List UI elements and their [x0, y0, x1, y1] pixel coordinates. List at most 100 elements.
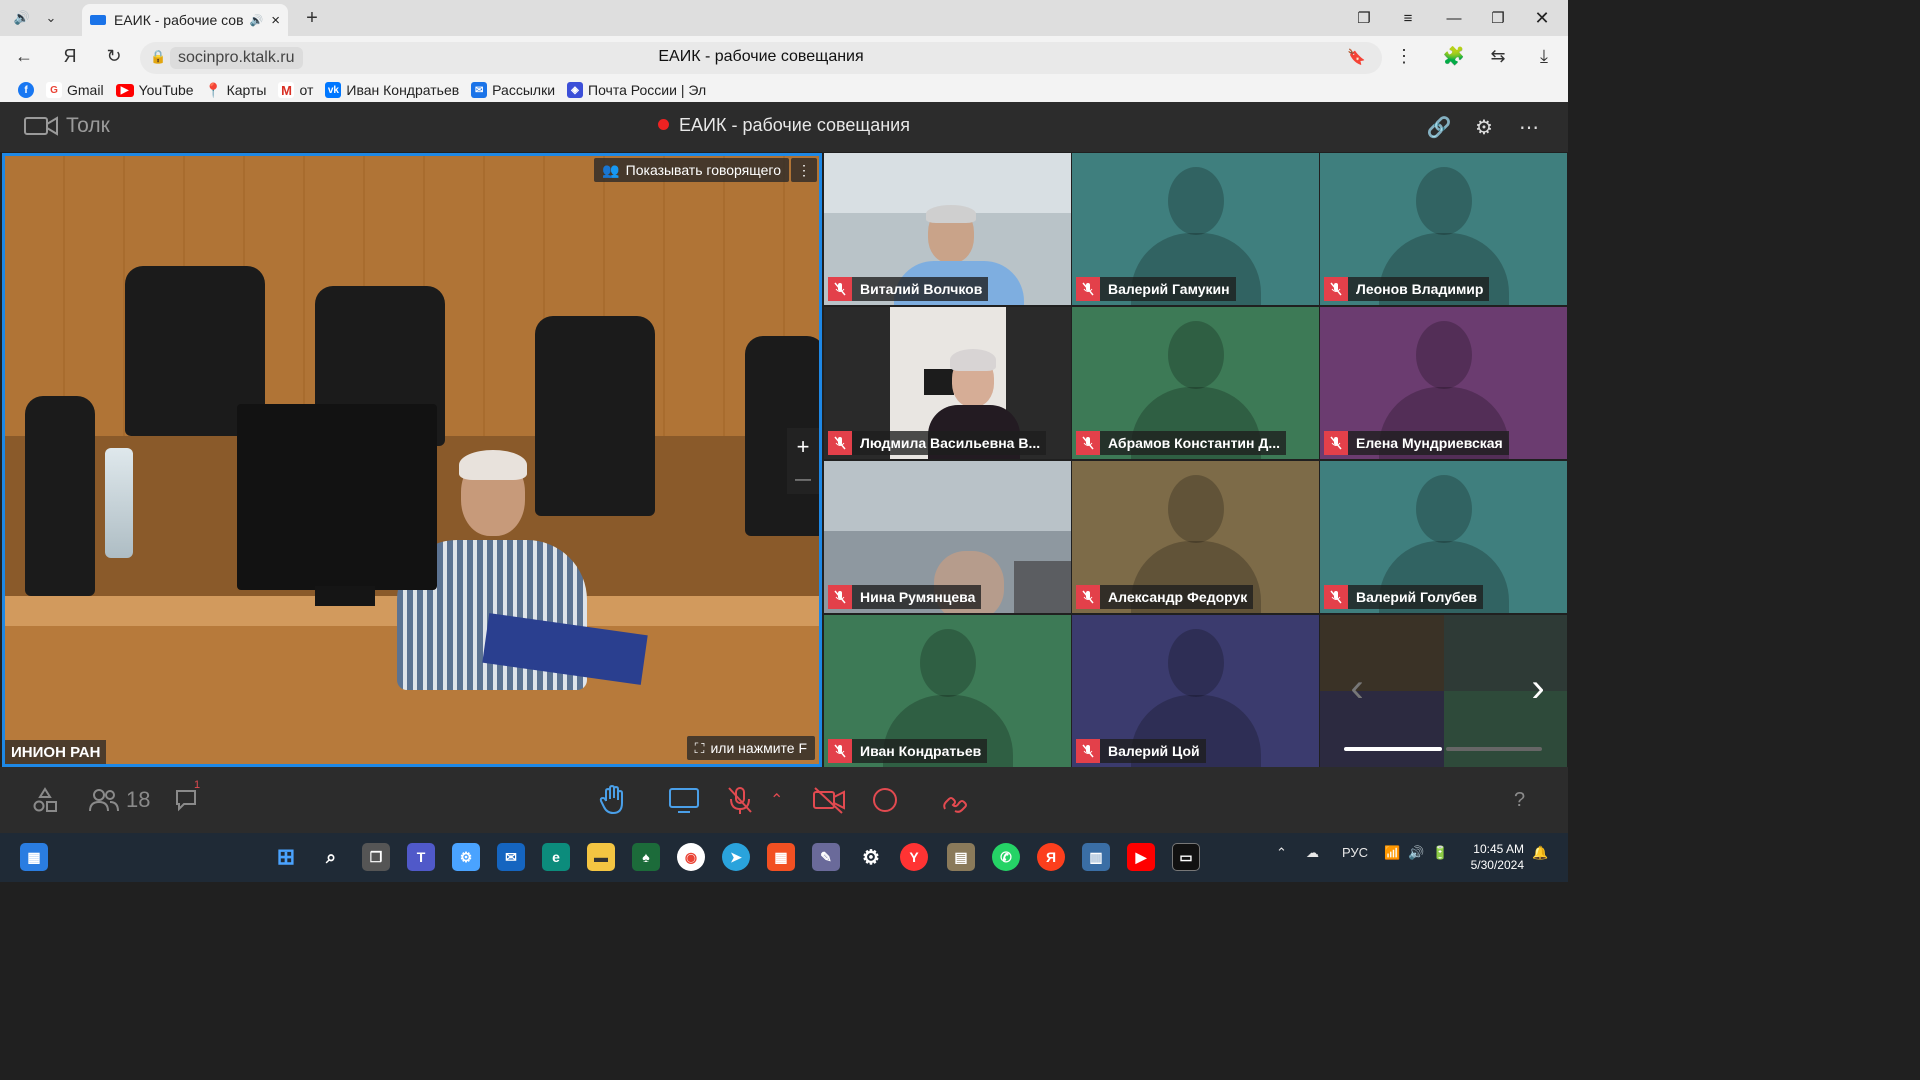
solitaire-icon[interactable]: ♠	[632, 843, 660, 871]
notification-bell-icon[interactable]: 🔔	[1532, 845, 1548, 861]
chrome-icon[interactable]: ◉	[677, 843, 705, 871]
bookmark-youtube[interactable]: ▶ YouTube	[115, 82, 194, 98]
participant-tile[interactable]: Леонов Владимир	[1320, 153, 1567, 305]
participant-name: Нина Румянцева	[860, 589, 976, 605]
folder-icon[interactable]: ▬	[587, 843, 615, 871]
participants-button[interactable]: 18	[88, 785, 150, 815]
yandex-icon[interactable]: Я	[1037, 843, 1065, 871]
participant-tile[interactable]: Виталий Волчков	[824, 153, 1071, 305]
start-icon[interactable]: ⊞	[272, 843, 300, 871]
control-panel-icon[interactable]: ⚙	[452, 843, 480, 871]
terminal-icon[interactable]: ▭	[1172, 843, 1200, 871]
recording-indicator	[658, 119, 670, 130]
zoom-out-button[interactable]: —	[795, 471, 811, 489]
participant-tile[interactable]: Нина Румянцева	[824, 461, 1071, 613]
cloud-icon[interactable]: ☁	[1306, 845, 1319, 861]
edge-icon[interactable]: e	[542, 843, 570, 871]
fullscreen-button[interactable]: ⛶ или нажмите F	[686, 736, 815, 760]
chevron-right-icon[interactable]: ›	[1523, 663, 1553, 713]
raise-hand-icon[interactable]	[598, 785, 626, 815]
close-icon[interactable]: ×	[271, 12, 280, 29]
bookmark-maps[interactable]: 📍 Карты	[205, 82, 267, 99]
mail-icon[interactable]: ✉	[497, 843, 525, 871]
mic-off-icon[interactable]	[726, 785, 754, 815]
hang-up-icon[interactable]	[940, 785, 970, 815]
task-view-icon[interactable]: ❐	[362, 843, 390, 871]
participant-tile[interactable]: Иван Кондратьев	[824, 615, 1071, 767]
clock[interactable]: 10:45 AM 5/30/2024	[1471, 841, 1524, 873]
volume-icon[interactable]: 🔊	[1408, 845, 1424, 861]
bookmark-gmail-2[interactable]: M от	[278, 82, 313, 98]
camera-off-icon[interactable]	[812, 785, 846, 815]
reload-icon[interactable]: ↻	[102, 46, 126, 67]
more-vertical-icon[interactable]: ⋮	[791, 158, 817, 182]
participant-tile[interactable]: Валерий Голубев	[1320, 461, 1567, 613]
bookmark-vk[interactable]: vk Иван Кондратьев	[325, 82, 459, 98]
chevron-up-icon[interactable]: ⌃	[770, 785, 783, 815]
participant-tile[interactable]: Елена Мундриевская	[1320, 307, 1567, 459]
language-indicator[interactable]: РУС	[1342, 845, 1368, 860]
more-horizontal-icon[interactable]: ⋯	[1516, 114, 1542, 140]
bookmark-facebook[interactable]: f	[18, 82, 34, 98]
bookmark-pochta[interactable]: ◈ Почта России | Эл	[567, 82, 706, 98]
more-vertical-icon[interactable]: ⋮	[1392, 46, 1416, 67]
chart-app-icon[interactable]: ▥	[1082, 843, 1110, 871]
participant-tile[interactable]: Валерий Гамукин	[1072, 153, 1319, 305]
bookmark-icon[interactable]: 🔖	[1347, 48, 1366, 66]
wifi-icon[interactable]: 📶	[1384, 845, 1400, 861]
menu-icon[interactable]: ≡	[1388, 6, 1428, 30]
record-icon[interactable]	[872, 785, 898, 815]
date: 5/30/2024	[1470, 858, 1524, 872]
participant-tile[interactable]: Людмила Васильевна В...	[824, 307, 1071, 459]
teams-icon[interactable]: T	[407, 843, 435, 871]
bookmark-rassylki[interactable]: ✉ Рассылки	[471, 82, 555, 98]
minimize-button[interactable]: —	[1434, 6, 1474, 30]
chevron-left-icon[interactable]: ‹	[1342, 663, 1372, 713]
download-icon[interactable]: ⤓	[1532, 46, 1556, 67]
new-tab-button[interactable]: +	[298, 6, 326, 30]
bookmark-gmail[interactable]: G Gmail	[46, 82, 104, 98]
close-window-button[interactable]: ✕	[1522, 6, 1562, 30]
participant-name: Валерий Голубев	[1356, 589, 1478, 605]
gear-icon[interactable]: ⚙	[1471, 114, 1497, 140]
help-button[interactable]: ?	[1514, 785, 1525, 815]
maximize-button[interactable]: ❐	[1478, 6, 1518, 30]
address-field[interactable]: 🔒 socinpro.ktalk.ru ЕАИК - рабочие совещ…	[140, 42, 1382, 74]
whatsapp-icon[interactable]: ✆	[992, 843, 1020, 871]
store-icon[interactable]: ▦	[767, 843, 795, 871]
telegram-icon[interactable]: ➤	[722, 843, 750, 871]
books-icon[interactable]: ▤	[947, 843, 975, 871]
youtube-icon[interactable]: ▶	[1127, 843, 1155, 871]
speaker-icon[interactable]: 🔊	[8, 6, 36, 30]
fullscreen-hint: или нажмите F	[710, 740, 807, 756]
show-speaker-button[interactable]: 👥 Показывать говорящего	[594, 158, 789, 182]
participant-tile[interactable]: Александр Федорук	[1072, 461, 1319, 613]
people-icon	[89, 789, 119, 812]
participant-tile[interactable]: Абрамов Константин Д...	[1072, 307, 1319, 459]
yandex-browser-icon[interactable]: Y	[900, 843, 928, 871]
battery-icon[interactable]: 🔋	[1432, 845, 1448, 861]
screen-share-icon[interactable]	[668, 785, 700, 815]
extension-icon[interactable]: 🧩	[1442, 46, 1466, 67]
collections-icon[interactable]: ❐	[1344, 6, 1384, 30]
settings-icon[interactable]: ⚙	[857, 843, 885, 871]
mail-icon: ✉	[471, 82, 488, 98]
zoom-in-button[interactable]: +	[797, 434, 810, 460]
back-arrow-icon[interactable]: ←	[12, 46, 36, 67]
main-speaker-video[interactable]: 👥 Показывать говорящего ⋮ + — ИНИОН РАН …	[2, 153, 822, 767]
chevron-up-icon[interactable]: ⌃	[1276, 845, 1287, 861]
participant-label: Леонов Владимир	[1324, 277, 1490, 301]
translate-icon[interactable]: ⇆	[1486, 46, 1510, 67]
more-participants-tile[interactable]: ‹ ›	[1320, 615, 1567, 767]
chat-button[interactable]: 1	[174, 779, 204, 815]
yandex-icon[interactable]: Я	[58, 46, 82, 67]
participant-tile[interactable]: Валерий Цой	[1072, 615, 1319, 767]
mic-off-icon	[828, 277, 852, 301]
tab-active[interactable]: ЕАИК - рабочие сов 🔊 ×	[82, 4, 288, 36]
link-icon[interactable]: 🔗	[1426, 114, 1452, 140]
app-icon[interactable]: ✎	[812, 843, 840, 871]
search-icon[interactable]: ⌕	[317, 843, 345, 871]
widgets-icon[interactable]: ▦	[20, 843, 48, 871]
shapes-icon[interactable]	[32, 785, 58, 815]
chevron-down-icon[interactable]: ⌄	[38, 6, 64, 30]
